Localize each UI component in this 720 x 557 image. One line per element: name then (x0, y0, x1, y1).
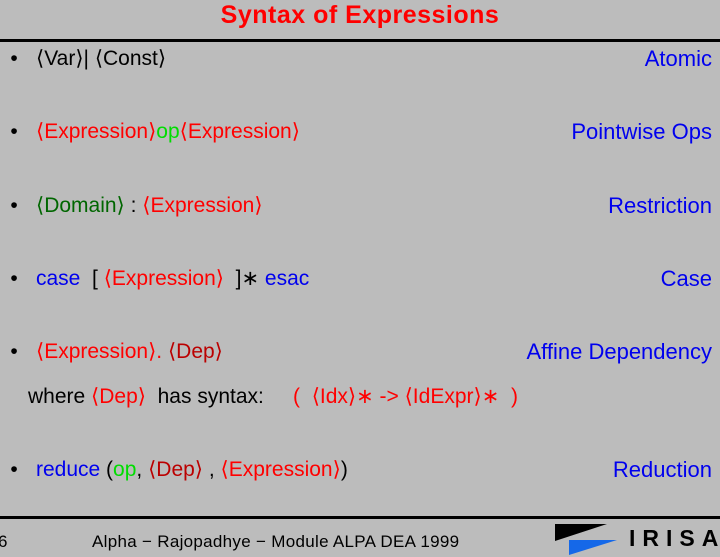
bullet-dot-icon: • (10, 120, 18, 143)
where-clause-row: where ⟨Dep⟩ has syntax: ( ⟨Idx⟩∗ -> ⟨IdE… (0, 382, 720, 412)
bullet-category-label: Case (660, 266, 712, 291)
bullet-dot-icon: • (10, 47, 18, 70)
syntax-token: ⟨Dep⟩ (148, 458, 204, 481)
syntax-token: ⟨Expression⟩ (142, 194, 263, 217)
footer-attribution: Alpha − Rajopadhye − Module ALPA DEA 199… (92, 532, 460, 551)
slide-footer: 6 Alpha − Rajopadhye − Module ALPA DEA 1… (0, 519, 720, 557)
irisa-flag-icon (555, 524, 617, 555)
bullet-row: • ⟨Expression⟩op⟨Expression⟩ Pointwise Ops (0, 117, 720, 147)
syntax-token: has syntax: (145, 385, 264, 408)
syntax-token: ⟨Expression⟩ (36, 340, 157, 363)
bullet-category-label: Atomic (644, 46, 712, 71)
slide-body: • ⟨Var⟩| ⟨Const⟩ Atomic • ⟨Expression⟩op⟨Exp… (0, 42, 720, 516)
syntax-token: [ (80, 267, 104, 290)
bullet-category-label: Reduction (612, 457, 712, 482)
bullet-category-label: Restriction (608, 193, 712, 218)
bullet-syntax-text: ⟨Expression⟩op⟨Expression⟩ (36, 117, 300, 147)
syntax-token: ⟨Domain⟩ (36, 194, 125, 217)
bullet-syntax-text: ⟨Domain⟩ : ⟨Expression⟩ (36, 191, 263, 221)
bullet-syntax-text: case [ ⟨Expression⟩ ]∗ esac (36, 264, 309, 294)
bullet-category-label: Affine Dependency (526, 339, 712, 364)
bullet-dot-icon: • (10, 458, 18, 481)
bullet-dot-icon: • (10, 194, 18, 217)
bullet-syntax-text: ⟨Expression⟩. ⟨Dep⟩ (36, 337, 223, 367)
syntax-token: case (36, 267, 81, 290)
syntax-token (264, 385, 293, 408)
bullet-dot-icon: • (10, 267, 18, 290)
syntax-token: ⟨Dep⟩ (167, 340, 223, 363)
irisa-wordmark: IRISA (629, 525, 720, 551)
bullet-dot-icon: • (10, 340, 18, 363)
bullet-syntax-text: ⟨Var⟩| ⟨Const⟩ (36, 44, 166, 74)
syntax-token: : (124, 194, 143, 217)
syntax-token: where (28, 385, 92, 408)
syntax-token: ( (100, 458, 114, 481)
syntax-token: op (113, 458, 137, 481)
syntax-token: ⟨Expression⟩ (179, 120, 300, 143)
where-clause-text: where ⟨Dep⟩ has syntax: ( ⟨Idx⟩∗ -> ⟨IdE… (28, 382, 518, 412)
syntax-token: ]∗ (223, 267, 265, 290)
bullet-category-label: Pointwise Ops (571, 119, 712, 144)
bullet-row: • ⟨Var⟩| ⟨Const⟩ Atomic (0, 44, 720, 74)
syntax-token: op (156, 120, 180, 143)
page-number: 6 (0, 532, 8, 551)
syntax-token: ⟨Const⟩ (94, 47, 167, 70)
syntax-token: esac (264, 267, 310, 290)
bullet-syntax-text: reduce (op, ⟨Dep⟩ , ⟨Expression⟩) (36, 455, 348, 485)
irisa-logo: IRISA (555, 522, 720, 557)
syntax-token: ( ⟨Idx⟩∗ -> ⟨IdExpr⟩∗ ) (293, 385, 518, 408)
syntax-token: ⟨Expression⟩ (36, 120, 157, 143)
syntax-token: reduce (36, 458, 101, 481)
bullet-row: • ⟨Expression⟩. ⟨Dep⟩ Affine Dependency (0, 337, 720, 367)
syntax-token: ⟨Expression⟩ (103, 267, 224, 290)
bullet-row: • case [ ⟨Expression⟩ ]∗ esac Case (0, 264, 720, 294)
syntax-token: ) (340, 458, 348, 481)
syntax-token: ⟨Var⟩| (36, 47, 89, 70)
syntax-token: , (203, 458, 221, 481)
bullet-row: • ⟨Domain⟩ : ⟨Expression⟩ Restriction (0, 191, 720, 221)
page-title: Syntax of Expressions (220, 1, 500, 29)
syntax-token: ⟨Dep⟩ (91, 385, 146, 408)
bullet-row: • reduce (op, ⟨Dep⟩ , ⟨Expression⟩) Reduct… (0, 455, 720, 485)
syntax-token: ⟨Expression⟩ (220, 458, 341, 481)
